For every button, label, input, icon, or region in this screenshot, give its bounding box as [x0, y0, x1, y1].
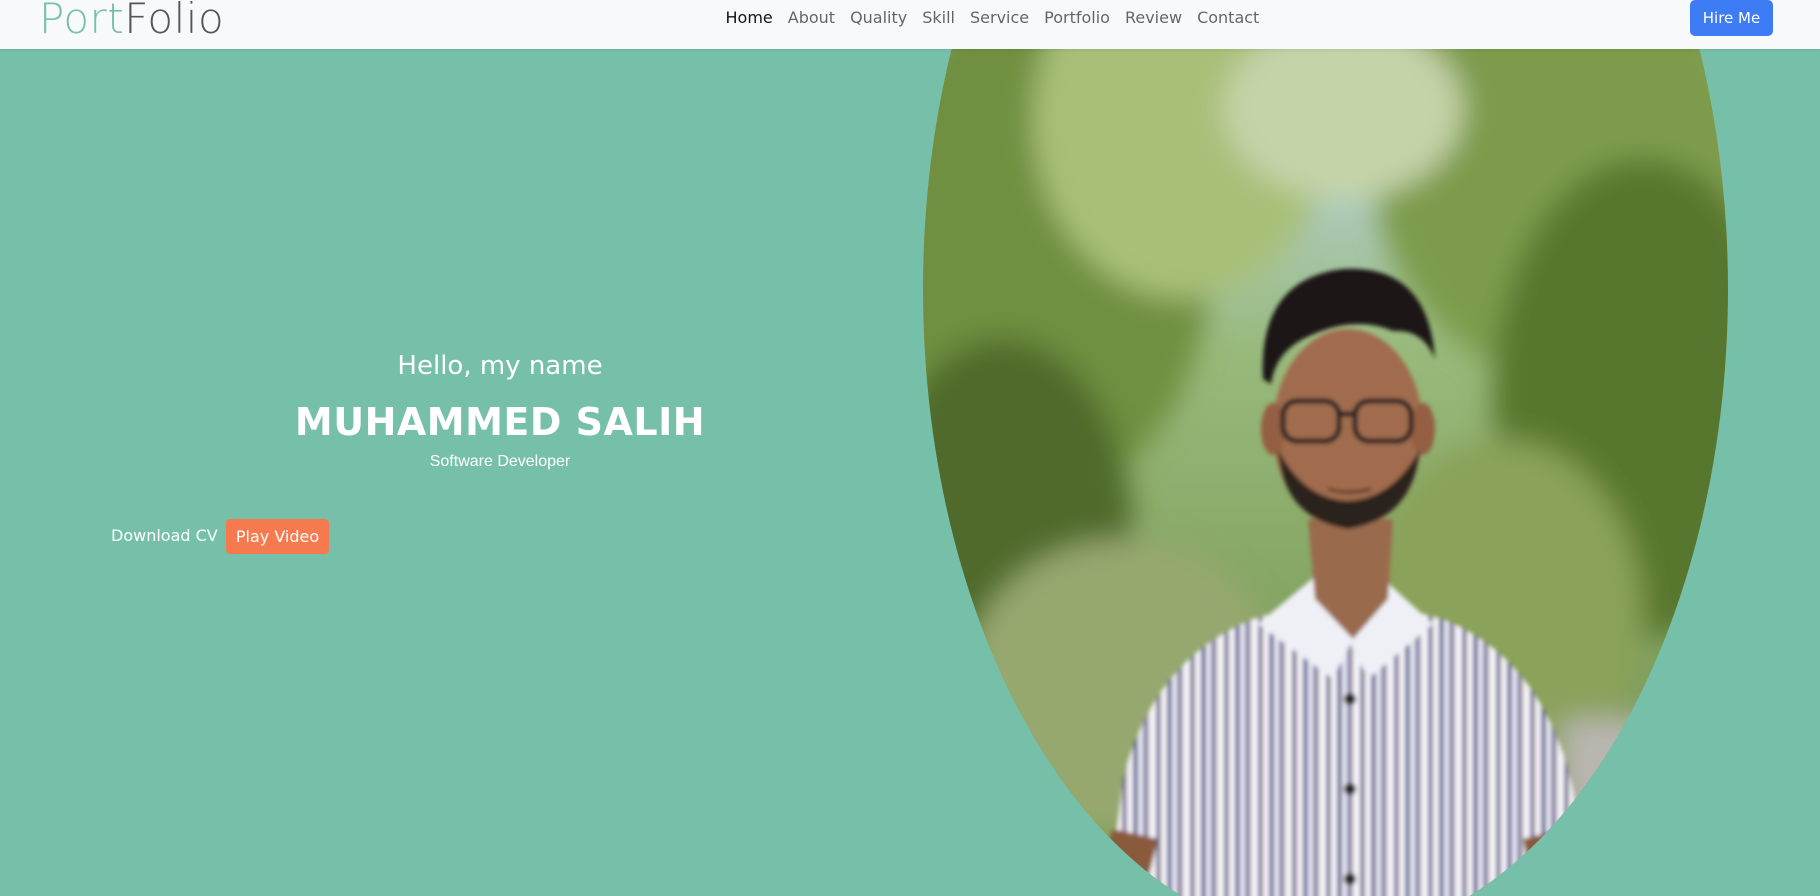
brand-logo-part1: Port	[39, 0, 125, 43]
nav-item-review[interactable]: Review	[1117, 8, 1189, 28]
nav-item-quality[interactable]: Quality	[843, 8, 915, 28]
brand-logo-part2: Folio	[124, 0, 225, 43]
hero-greeting: Hello, my name	[397, 351, 603, 381]
hire-me-button[interactable]: Hire Me	[1690, 0, 1773, 36]
play-video-button[interactable]: Play Video	[226, 519, 329, 554]
nav-item-skill[interactable]: Skill	[915, 8, 963, 28]
nav-item-home[interactable]: Home	[718, 8, 780, 28]
nav-item-portfolio[interactable]: Portfolio	[1037, 8, 1118, 28]
hero-role: Software Developer	[429, 453, 571, 470]
download-cv-link[interactable]: Download CV	[111, 525, 218, 547]
profile-photo-icon	[923, 49, 1728, 896]
nav-item-about[interactable]: About	[780, 8, 842, 28]
portrait-container	[923, 49, 1728, 896]
nav-item-contact[interactable]: Contact	[1190, 8, 1267, 28]
nav-menu: Home About Quality Skill Service Portfol…	[718, 8, 1267, 28]
hero-name: MUHAMMED SALIH	[294, 400, 706, 444]
navbar: PortFolio Home About Quality Skill Servi…	[0, 0, 1820, 49]
profile-photo	[923, 49, 1728, 896]
brand-logo[interactable]: PortFolio	[39, 0, 224, 47]
nav-item-service[interactable]: Service	[963, 8, 1037, 28]
